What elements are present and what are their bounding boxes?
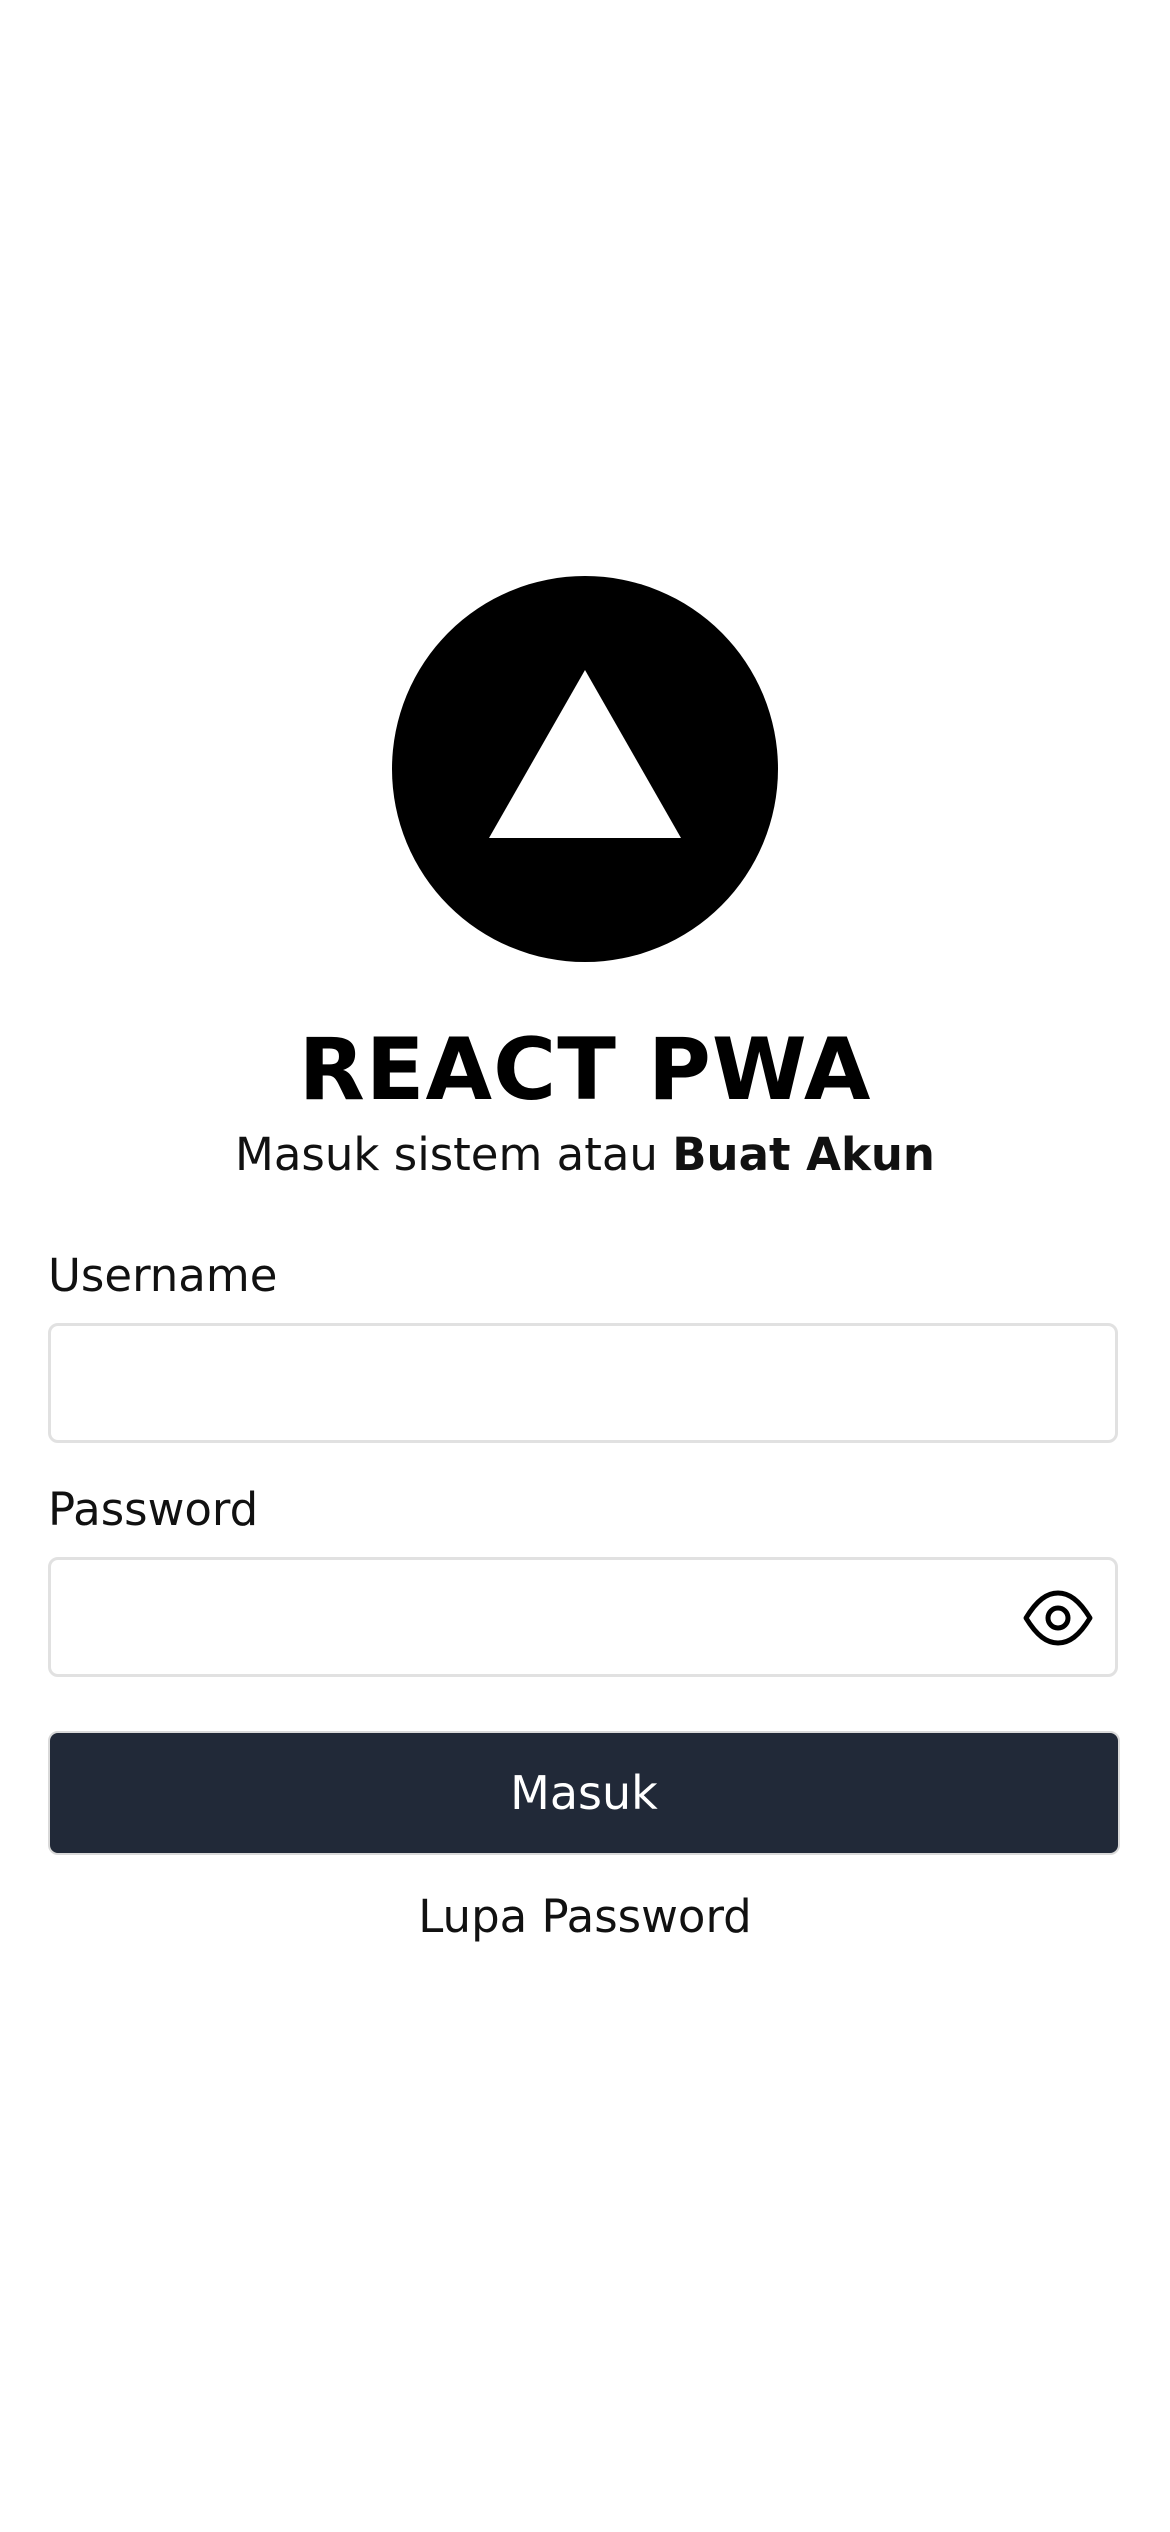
- triangle-logo-icon: [392, 576, 778, 962]
- password-input[interactable]: [51, 1560, 1115, 1674]
- password-label: Password: [48, 1483, 259, 1536]
- username-field-wrapper: [48, 1323, 1118, 1443]
- show-password-toggle[interactable]: [1023, 1587, 1093, 1649]
- forgot-password-link[interactable]: Lupa Password: [48, 1887, 1122, 1947]
- eye-icon: [1023, 1590, 1093, 1646]
- create-account-link[interactable]: Buat Akun: [672, 1128, 935, 1181]
- login-page: REACT PWA Masuk sistem atau Buat Akun Us…: [48, 0, 1122, 2532]
- password-field-wrapper: [48, 1557, 1118, 1677]
- username-input[interactable]: [51, 1326, 1115, 1440]
- app-title: REACT PWA: [298, 1020, 872, 1120]
- logo-container: [48, 576, 1122, 962]
- username-label: Username: [48, 1249, 278, 1302]
- subtitle: Masuk sistem atau Buat Akun: [48, 1125, 1122, 1185]
- login-button[interactable]: Masuk: [48, 1731, 1120, 1855]
- subtitle-text: Masuk sistem atau: [235, 1128, 673, 1181]
